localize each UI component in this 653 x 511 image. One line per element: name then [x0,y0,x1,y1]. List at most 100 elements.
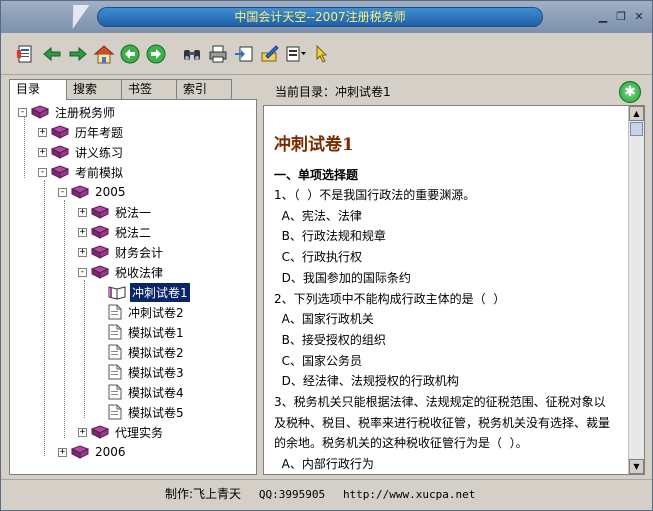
back-circle-icon [120,44,140,63]
minimize-button[interactable]: ▁ [596,10,610,24]
book-icon [91,265,109,279]
find-button[interactable] [181,43,203,65]
scroll-down-button[interactable]: ▼ [629,459,644,474]
document-line: A、国家行政机关 [274,312,374,327]
status-maker: 制作:飞上青天 [165,487,242,501]
tab-bookmarks[interactable]: 书签 [121,79,177,99]
nav-tabs: 目录 搜索 书签 索引 [9,79,232,100]
prev-topic-button[interactable] [119,43,141,65]
collapse-toggle-icon[interactable]: - [38,167,47,177]
tree-item[interactable]: + 历年考题 [38,122,125,142]
close-button[interactable]: ✕ [632,10,646,24]
collapse-toggle-icon[interactable]: - [78,267,87,277]
tree-item[interactable]: - 税收法律 [78,262,165,282]
window-controls: ▁ ❐ ✕ [596,10,646,24]
tree-item[interactable]: 冲刺试卷1 [108,282,190,302]
tree-item[interactable]: + 税法二 [78,222,153,242]
tree-item-label: 模拟试卷5 [128,405,184,420]
section-heading: 一、单项选择题 [274,168,359,182]
content-header: 当前目录：冲刺试卷1 ✱ [263,79,645,105]
collapse-toggle-icon[interactable]: - [18,107,27,117]
tree-item[interactable]: 模拟试卷5 [108,402,186,422]
tree-item[interactable]: + 财务会计 [78,242,165,262]
check-star-icon: ✱ [624,84,636,100]
scroll-up-button[interactable]: ▲ [629,106,644,121]
home-button[interactable] [93,43,115,65]
tree-item[interactable]: + 讲义练习 [38,142,125,162]
expand-toggle-icon[interactable]: + [78,227,87,237]
tree-item[interactable]: - 考前模拟 [38,162,125,182]
book-icon [51,165,69,179]
book-icon [91,425,109,439]
document-line: C、行政执行权 [274,250,363,265]
tree-item-label: 代理实务 [115,425,164,440]
expand-toggle-icon[interactable]: + [78,207,87,217]
tree-item-root[interactable]: - 注册税务师 [18,102,117,122]
tree-item[interactable]: 模拟试卷3 [108,362,186,382]
document-line: D、我国参加的国际条约 [274,270,411,285]
find-binoculars-icon [184,49,200,60]
tab-index[interactable]: 索引 [176,79,232,99]
document-line: 3、税务机关只能根据法律、法规规定的征税范围、征税对象以 [274,395,606,409]
maximize-button[interactable]: ❐ [614,10,628,24]
back-button[interactable] [41,43,63,65]
expand-toggle-icon[interactable]: + [58,447,67,457]
tree-item[interactable]: 冲刺试卷2 [108,302,186,322]
document-line: 及税种、税目、税率来进行税收征管，税务机关没有选择、裁量 [274,415,611,430]
confirm-button[interactable]: ✱ [619,81,641,103]
expand-toggle-icon[interactable]: + [78,247,87,257]
status-qq: QQ:3995905 [258,488,326,501]
status-url[interactable]: http://www.xucpa.net [343,488,475,501]
collapse-toggle-icon[interactable]: - [58,187,67,197]
expand-toggle-icon[interactable]: + [38,127,47,137]
document-icon [108,364,122,380]
tree-item[interactable]: + 税法一 [78,202,153,222]
document-line: 的余地。税务机关的这种税收征管行为是（ ）。 [274,436,528,451]
document-line: B、行政法规和规章 [274,229,386,244]
next-topic-button[interactable] [145,43,167,65]
content-pane: 冲刺试卷1 一、单项选择题 1、（ ）不是我国行政法的重要渊源。 A、宪法、法律… [263,105,645,475]
tree-item-label: 讲义练习 [75,145,124,160]
tree-item[interactable]: +2006 [58,442,128,462]
book-icon [51,145,69,159]
contents-tree[interactable]: - 注册税务师 + 历年考题 + 讲义练习 - 考前模拟 -2005 + 税法一 + 税法二 + 财务会… [9,99,257,475]
vertical-scrollbar[interactable]: ▲ ▼ [628,106,644,474]
arrow-right-icon [69,46,87,61]
tree-item[interactable]: 模拟试卷1 [108,322,186,342]
tree-item-label: 财务会计 [115,245,164,260]
tree-item-label: 2005 [95,185,126,199]
tree-item[interactable]: 模拟试卷2 [108,342,186,362]
options-button[interactable] [285,43,307,65]
document-line: 1、（ ）不是我国行政法的重要渊源。 [274,188,476,202]
open-book-icon [108,286,126,300]
tree-item[interactable]: + 代理实务 [78,422,165,442]
book-icon [71,445,89,459]
bookmark-add-icon [235,46,253,61]
arrow-left-icon [43,46,61,61]
book-icon [51,125,69,139]
print-button[interactable] [207,43,229,65]
status-bar: 制作:飞上青天 QQ:3995905 http://www.xucpa.net [1,479,652,510]
tree-item[interactable]: 模拟试卷4 [108,382,186,402]
expand-toggle-icon[interactable]: + [38,147,47,157]
tab-contents[interactable]: 目录 [9,79,67,100]
contents-button[interactable] [15,43,37,65]
status-text: 制作:飞上青天 QQ:3995905 http://www.xucpa.net [165,482,489,507]
bookmark-button[interactable] [233,43,255,65]
document-line: A、内部行政行为 [274,457,374,472]
breadcrumb-label: 当前目录： [275,85,336,99]
tree-item-label: 历年考题 [75,125,124,140]
toolbar [1,33,652,75]
pointer-button[interactable] [311,43,333,65]
tab-search[interactable]: 搜索 [66,79,122,99]
tree-item-label: 2006 [95,445,126,459]
breadcrumb-value: 冲刺试卷1 [335,85,391,99]
forward-button[interactable] [67,43,89,65]
tree-item-label: 冲刺试卷1 [130,282,190,302]
tree-item[interactable]: - 2005 [58,182,128,202]
tree-item-label: 税收法律 [115,265,164,280]
expand-toggle-icon[interactable]: + [78,427,87,437]
scroll-thumb[interactable] [630,122,643,136]
tree-item-label: 模拟试卷4 [128,385,184,400]
notes-button[interactable] [259,43,281,65]
